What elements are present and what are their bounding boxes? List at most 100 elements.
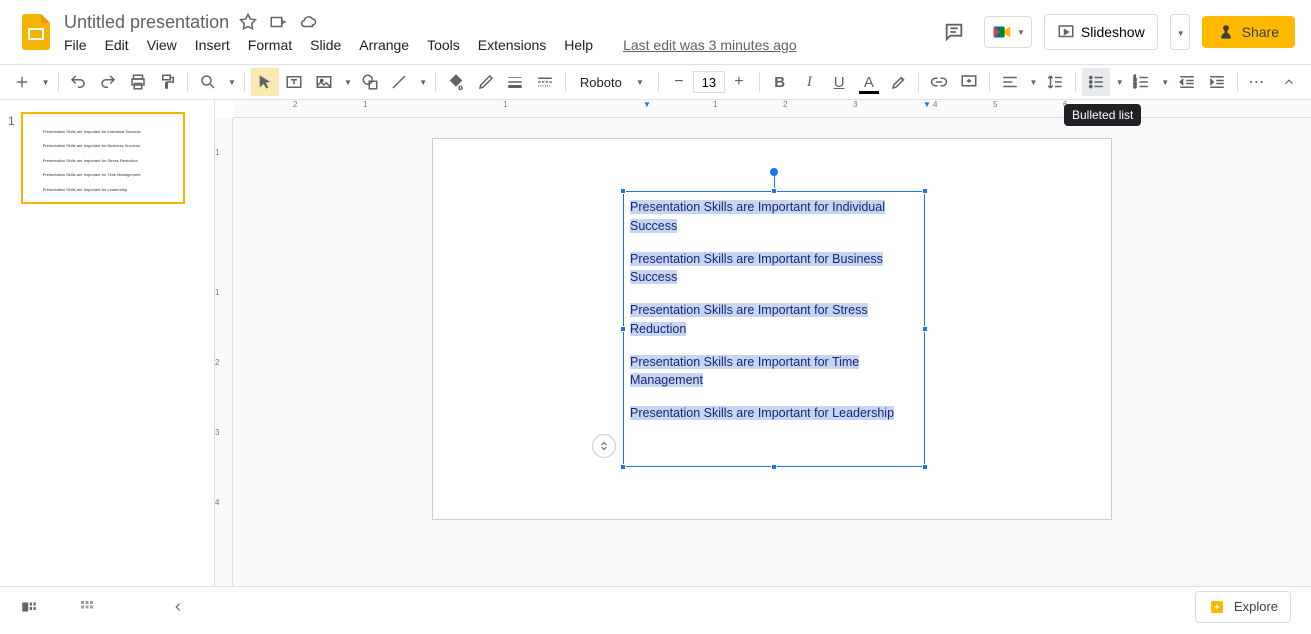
textbox-tool[interactable] bbox=[281, 68, 309, 96]
slide-number: 1 bbox=[8, 112, 15, 128]
decrease-font-button[interactable]: − bbox=[665, 68, 693, 96]
resize-handle[interactable] bbox=[620, 188, 626, 194]
last-edit-link[interactable]: Last edit was 3 minutes ago bbox=[623, 37, 797, 53]
fill-color-button[interactable] bbox=[442, 68, 470, 96]
resize-handle[interactable] bbox=[771, 464, 777, 470]
underline-button[interactable]: U bbox=[825, 68, 853, 96]
paint-format-button[interactable] bbox=[154, 68, 182, 96]
new-slide-button[interactable] bbox=[8, 68, 36, 96]
border-color-button[interactable] bbox=[472, 68, 500, 96]
link-button[interactable] bbox=[925, 68, 953, 96]
highlight-button[interactable] bbox=[885, 68, 913, 96]
text-color-button[interactable]: A bbox=[855, 68, 883, 96]
menu-bar: File Edit View Insert Format Slide Arran… bbox=[64, 37, 936, 53]
slideshow-dropdown[interactable]: ▼ bbox=[1170, 14, 1190, 50]
textbox-content[interactable]: Presentation Skills are Important for In… bbox=[624, 192, 924, 443]
border-weight-button[interactable] bbox=[502, 68, 530, 96]
slide-thumbnail-wrap[interactable]: 1 Presentation Skills are Important for … bbox=[0, 112, 214, 204]
numbered-list-button[interactable]: 123 bbox=[1128, 68, 1156, 96]
comment-button[interactable] bbox=[955, 68, 983, 96]
bulleted-list-dropdown[interactable]: ▼ bbox=[1112, 68, 1126, 96]
share-label: Share bbox=[1242, 24, 1279, 40]
header-right: ▼ Slideshow ▼ Share bbox=[936, 14, 1295, 50]
font-name-label: Roboto bbox=[580, 75, 622, 90]
line-dropdown[interactable]: ▼ bbox=[415, 68, 429, 96]
bulleted-list-button[interactable] bbox=[1082, 68, 1110, 96]
resize-handle[interactable] bbox=[922, 464, 928, 470]
slideshow-button[interactable]: Slideshow bbox=[1044, 14, 1158, 50]
comments-icon[interactable] bbox=[936, 14, 972, 50]
menu-help[interactable]: Help bbox=[564, 37, 593, 53]
border-dash-button[interactable] bbox=[531, 68, 559, 96]
slide-panel: 1 Presentation Skills are Important for … bbox=[0, 100, 215, 586]
grid-view-icon[interactable] bbox=[78, 598, 96, 616]
autofit-handle[interactable] bbox=[592, 434, 616, 458]
chevron-down-icon: ▼ bbox=[1017, 28, 1025, 37]
menu-edit[interactable]: Edit bbox=[105, 37, 129, 53]
document-title[interactable]: Untitled presentation bbox=[64, 12, 229, 33]
meet-button[interactable]: ▼ bbox=[984, 16, 1032, 48]
move-icon[interactable] bbox=[269, 13, 287, 31]
menu-format[interactable]: Format bbox=[248, 37, 292, 53]
cloud-icon[interactable] bbox=[299, 13, 317, 31]
decrease-indent-button[interactable] bbox=[1173, 68, 1201, 96]
zoom-dropdown[interactable]: ▼ bbox=[224, 68, 238, 96]
canvas-area: 2 1 1 ▼ 1 2 3 ▼ 4 5 6 1 1 2 3 4 bbox=[215, 100, 1311, 586]
undo-button[interactable] bbox=[65, 68, 93, 96]
shape-tool[interactable] bbox=[356, 68, 384, 96]
svg-text:3: 3 bbox=[1134, 84, 1137, 90]
slide-canvas[interactable]: Presentation Skills are Important for In… bbox=[432, 138, 1112, 520]
rotate-handle[interactable] bbox=[770, 168, 778, 176]
star-icon[interactable] bbox=[239, 13, 257, 31]
slideshow-label: Slideshow bbox=[1081, 24, 1145, 40]
toolbar: ▼ ▼ ▼ ▼ Roboto ▼ − + B I U A ▼ ▼ 123 ▼ ⋯ bbox=[0, 64, 1311, 100]
numbered-list-dropdown[interactable]: ▼ bbox=[1157, 68, 1171, 96]
menu-tools[interactable]: Tools bbox=[427, 37, 460, 53]
image-tool[interactable] bbox=[310, 68, 338, 96]
collapse-panel-icon[interactable] bbox=[171, 600, 195, 614]
collapse-toolbar-button[interactable] bbox=[1275, 68, 1303, 96]
menu-extensions[interactable]: Extensions bbox=[478, 37, 546, 53]
selected-textbox[interactable]: Presentation Skills are Important for In… bbox=[623, 191, 925, 467]
increase-indent-button[interactable] bbox=[1203, 68, 1231, 96]
share-button[interactable]: Share bbox=[1202, 16, 1295, 48]
resize-handle[interactable] bbox=[620, 464, 626, 470]
title-area: Untitled presentation File Edit View Ins… bbox=[64, 12, 936, 53]
horizontal-ruler[interactable]: 2 1 1 ▼ 1 2 3 ▼ 4 5 6 bbox=[233, 100, 1311, 118]
print-button[interactable] bbox=[124, 68, 152, 96]
menu-file[interactable]: File bbox=[64, 37, 87, 53]
resize-handle[interactable] bbox=[922, 326, 928, 332]
menu-view[interactable]: View bbox=[147, 37, 177, 53]
resize-handle[interactable] bbox=[922, 188, 928, 194]
align-button[interactable] bbox=[996, 68, 1024, 96]
line-spacing-button[interactable] bbox=[1041, 68, 1069, 96]
increase-font-button[interactable]: + bbox=[725, 68, 753, 96]
bottom-bar: Explore bbox=[0, 586, 1311, 626]
filmstrip-view-icon[interactable] bbox=[20, 598, 38, 616]
bold-button[interactable]: B bbox=[766, 68, 794, 96]
line-tool[interactable] bbox=[386, 68, 414, 96]
explore-label: Explore bbox=[1234, 599, 1278, 614]
new-slide-dropdown[interactable]: ▼ bbox=[38, 68, 52, 96]
align-dropdown[interactable]: ▼ bbox=[1025, 68, 1039, 96]
more-button[interactable]: ⋯ bbox=[1244, 68, 1272, 96]
zoom-button[interactable] bbox=[194, 68, 222, 96]
font-select[interactable]: Roboto ▼ bbox=[572, 75, 652, 90]
slide-thumbnail[interactable]: Presentation Skills are Important for In… bbox=[21, 112, 185, 204]
canvas-inner[interactable]: Presentation Skills are Important for In… bbox=[233, 118, 1311, 586]
menu-arrange[interactable]: Arrange bbox=[359, 37, 409, 53]
font-size-input[interactable] bbox=[693, 71, 725, 93]
chevron-down-icon: ▼ bbox=[636, 78, 644, 87]
image-dropdown[interactable]: ▼ bbox=[340, 68, 354, 96]
italic-button[interactable]: I bbox=[796, 68, 824, 96]
vertical-ruler[interactable]: 1 1 2 3 4 bbox=[215, 118, 233, 586]
menu-insert[interactable]: Insert bbox=[195, 37, 230, 53]
resize-handle[interactable] bbox=[620, 326, 626, 332]
menu-slide[interactable]: Slide bbox=[310, 37, 341, 53]
select-tool[interactable] bbox=[251, 68, 279, 96]
main-area: 1 Presentation Skills are Important for … bbox=[0, 100, 1311, 586]
explore-button[interactable]: Explore bbox=[1195, 591, 1291, 623]
resize-handle[interactable] bbox=[771, 188, 777, 194]
slides-logo[interactable] bbox=[16, 12, 56, 52]
redo-button[interactable] bbox=[94, 68, 122, 96]
